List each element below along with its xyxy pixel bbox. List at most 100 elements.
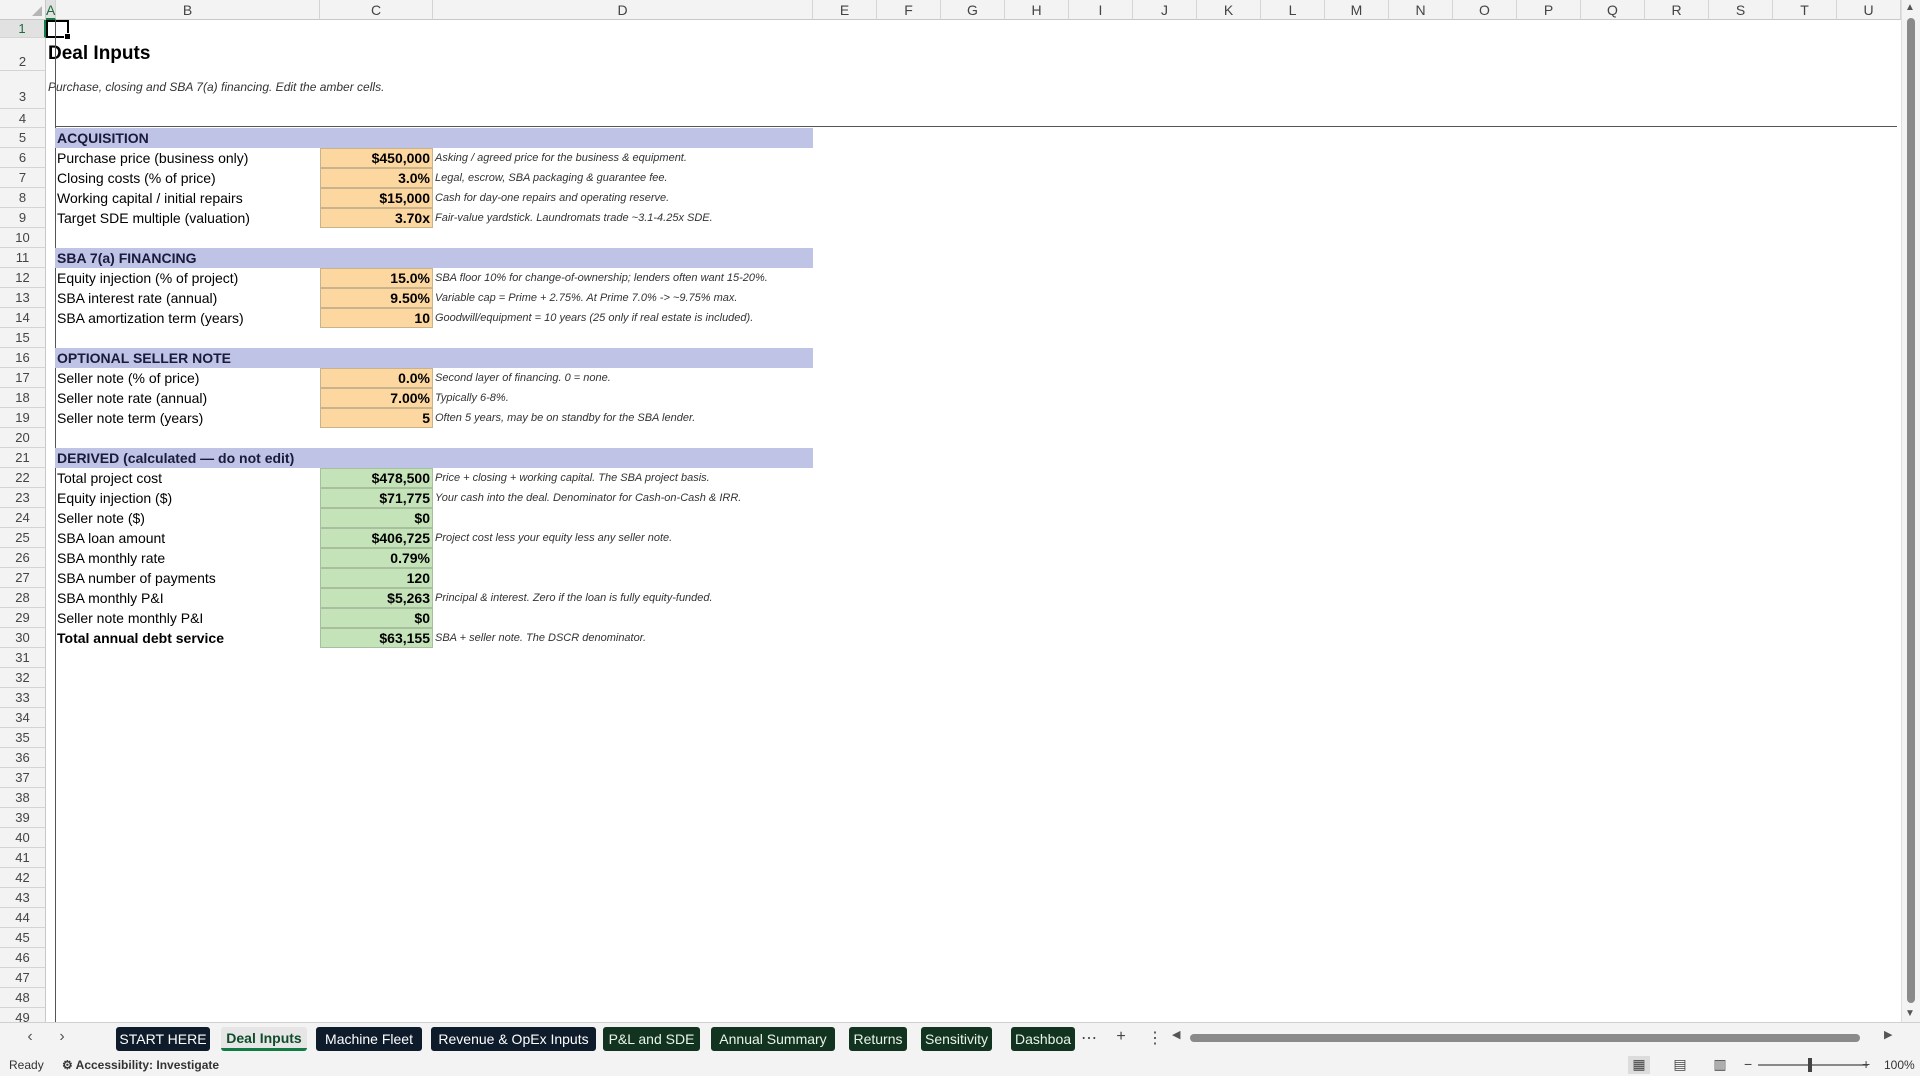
row-header-29[interactable]: 29: [0, 608, 46, 628]
row-header-36[interactable]: 36: [0, 748, 46, 768]
hscroll-left-icon[interactable]: ◀: [1172, 1028, 1180, 1041]
horizontal-scrollbar[interactable]: [1190, 1032, 1866, 1044]
tab-scroll-right-icon[interactable]: ›: [52, 1028, 72, 1046]
row-header-31[interactable]: 31: [0, 648, 46, 668]
row-header-17[interactable]: 17: [0, 368, 46, 388]
row-header-27[interactable]: 27: [0, 568, 46, 588]
row-header-8[interactable]: 8: [0, 188, 46, 208]
row-header-24[interactable]: 24: [0, 508, 46, 528]
derived-value-cell[interactable]: $406,725: [320, 528, 433, 548]
more-tabs-icon[interactable]: ⋯: [1078, 1028, 1100, 1048]
column-header-a[interactable]: A: [46, 0, 56, 20]
row-header-5[interactable]: 5: [0, 128, 46, 148]
input-value-cell[interactable]: $450,000: [320, 148, 433, 168]
zoom-out-icon[interactable]: −: [1744, 1056, 1752, 1072]
derived-value-cell[interactable]: $71,775: [320, 488, 433, 508]
sheet-tab-returns[interactable]: Returns: [849, 1027, 907, 1051]
spreadsheet-grid[interactable]: A B C D E F G H I J K L M N O P Q R S T U 1 2 3 4 5 6 7 8 9 10 11 12 13 14…: [0, 0, 1920, 1022]
hscroll-right-icon[interactable]: ▶: [1884, 1028, 1892, 1041]
row-header-30[interactable]: 30: [0, 628, 46, 648]
column-header-q[interactable]: Q: [1581, 0, 1645, 20]
row-header-35[interactable]: 35: [0, 728, 46, 748]
column-header-h[interactable]: H: [1005, 0, 1069, 20]
row-header-4[interactable]: 4: [0, 109, 46, 128]
column-header-k[interactable]: K: [1197, 0, 1261, 20]
input-value-cell[interactable]: 5: [320, 408, 433, 428]
derived-value-cell[interactable]: $5,263: [320, 588, 433, 608]
row-header-38[interactable]: 38: [0, 788, 46, 808]
sheet-tab-deal-inputs[interactable]: Deal Inputs: [221, 1027, 307, 1051]
input-value-cell[interactable]: 9.50%: [320, 288, 433, 308]
input-value-cell[interactable]: 7.00%: [320, 388, 433, 408]
column-header-j[interactable]: J: [1133, 0, 1197, 20]
column-header-p[interactable]: P: [1517, 0, 1581, 20]
active-cell-a1[interactable]: [46, 20, 71, 40]
sheet-tab-p-l-and-sde[interactable]: P&L and SDE: [603, 1027, 700, 1051]
derived-value-cell[interactable]: 0.79%: [320, 548, 433, 568]
input-value-cell[interactable]: $15,000: [320, 188, 433, 208]
row-header-3[interactable]: 3: [0, 71, 46, 109]
input-value-cell[interactable]: 15.0%: [320, 268, 433, 288]
row-header-2[interactable]: 2: [0, 38, 46, 71]
row-header-34[interactable]: 34: [0, 708, 46, 728]
row-header-46[interactable]: 46: [0, 948, 46, 968]
column-header-i[interactable]: I: [1069, 0, 1133, 20]
derived-value-cell[interactable]: $0: [320, 508, 433, 528]
row-header-32[interactable]: 32: [0, 668, 46, 688]
sheet-tab-dashboa[interactable]: Dashboa: [1011, 1027, 1075, 1051]
fill-handle[interactable]: [64, 33, 71, 40]
row-header-12[interactable]: 12: [0, 268, 46, 288]
row-header-9[interactable]: 9: [0, 208, 46, 228]
row-header-49[interactable]: 49: [0, 1008, 46, 1022]
column-header-d[interactable]: D: [433, 0, 813, 20]
derived-value-cell[interactable]: $0: [320, 608, 433, 628]
column-header-g[interactable]: G: [941, 0, 1005, 20]
scroll-up-icon[interactable]: ▲: [1905, 2, 1915, 13]
sheet-tab-sensitivity[interactable]: Sensitivity: [921, 1027, 992, 1051]
column-header-o[interactable]: O: [1453, 0, 1517, 20]
row-header-37[interactable]: 37: [0, 768, 46, 788]
row-header-22[interactable]: 22: [0, 468, 46, 488]
column-header-b[interactable]: B: [56, 0, 320, 20]
input-value-cell[interactable]: 0.0%: [320, 368, 433, 388]
normal-view-icon[interactable]: ▦: [1628, 1056, 1650, 1074]
sheet-tab-machine-fleet[interactable]: Machine Fleet: [316, 1027, 422, 1051]
row-header-16[interactable]: 16: [0, 348, 46, 368]
column-header-t[interactable]: T: [1773, 0, 1837, 20]
sheet-tab-revenue-opex-inputs[interactable]: Revenue & OpEx Inputs: [431, 1027, 596, 1051]
sheet-options-icon[interactable]: ⋮: [1144, 1028, 1166, 1048]
select-all-corner[interactable]: [0, 0, 46, 20]
column-header-e[interactable]: E: [813, 0, 877, 20]
tab-scroll-left-icon[interactable]: ‹: [20, 1028, 40, 1046]
derived-value-cell[interactable]: $478,500: [320, 468, 433, 488]
row-header-11[interactable]: 11: [0, 248, 46, 268]
row-header-18[interactable]: 18: [0, 388, 46, 408]
row-header-48[interactable]: 48: [0, 988, 46, 1008]
row-header-28[interactable]: 28: [0, 588, 46, 608]
row-header-13[interactable]: 13: [0, 288, 46, 308]
row-header-23[interactable]: 23: [0, 488, 46, 508]
zoom-slider-knob[interactable]: [1808, 1058, 1812, 1072]
row-header-45[interactable]: 45: [0, 928, 46, 948]
column-header-r[interactable]: R: [1645, 0, 1709, 20]
zoom-level[interactable]: 100%: [1884, 1058, 1915, 1072]
vertical-scrollbar[interactable]: ▲ ▼: [1901, 0, 1920, 1022]
horizontal-scroll-thumb[interactable]: [1190, 1034, 1860, 1042]
row-header-40[interactable]: 40: [0, 828, 46, 848]
input-value-cell[interactable]: 3.70x: [320, 208, 433, 228]
column-header-f[interactable]: F: [877, 0, 941, 20]
row-header-6[interactable]: 6: [0, 148, 46, 168]
row-header-14[interactable]: 14: [0, 308, 46, 328]
zoom-slider[interactable]: [1758, 1058, 1868, 1072]
row-header-19[interactable]: 19: [0, 408, 46, 428]
row-header-33[interactable]: 33: [0, 688, 46, 708]
add-sheet-icon[interactable]: +: [1110, 1028, 1132, 1046]
row-header-7[interactable]: 7: [0, 168, 46, 188]
row-header-1[interactable]: 1: [0, 20, 46, 38]
row-header-41[interactable]: 41: [0, 848, 46, 868]
page-break-view-icon[interactable]: ▥: [1709, 1056, 1731, 1074]
input-value-cell[interactable]: 3.0%: [320, 168, 433, 188]
row-header-25[interactable]: 25: [0, 528, 46, 548]
row-header-20[interactable]: 20: [0, 428, 46, 448]
column-header-c[interactable]: C: [320, 0, 433, 20]
